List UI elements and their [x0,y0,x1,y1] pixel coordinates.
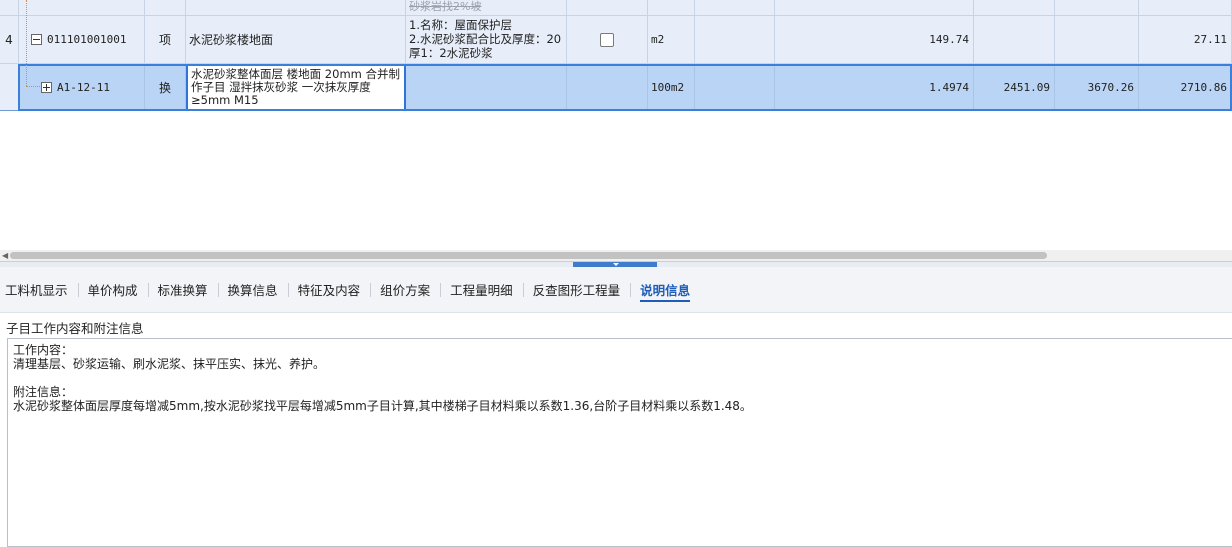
row-checkbox[interactable] [600,32,614,47]
tree-connector [26,0,28,86]
tab-standard-conversion[interactable]: 标准换算 [147,267,218,312]
scrollbar-thumb[interactable] [10,252,1047,259]
subrow-total[interactable]: 2710.86 [1139,64,1232,111]
tab-labor-material-machine[interactable]: 工料机显示 [0,267,78,312]
row-quantity[interactable]: 149.74 [775,16,974,64]
row-total[interactable]: 27.11 [1139,16,1232,64]
row-unit[interactable]: m2 [648,16,695,64]
row-name[interactable]: 水泥砂浆楼地面 [186,16,406,64]
quota-grid: 砂浆岩找2%坡 4 011101001001 项 水泥砂浆楼地面 1.名称：屋面… [0,0,1232,250]
row-unit-price[interactable] [974,16,1055,64]
row-checkbox-cell[interactable] [567,16,648,64]
subrow-type[interactable]: 换 [145,64,186,111]
subrow-name-editor[interactable]: 水泥砂浆整体面层 楼地面 20mm 合并制作子目 湿拌抹灰砂浆 一次抹灰厚度≥5… [186,64,406,111]
subrow-composite-price[interactable]: 3670.26 [1055,64,1139,111]
tree-connector [26,86,40,88]
row-code: 011101001001 [47,33,127,46]
row-code-cell[interactable]: 011101001001 [19,16,145,64]
row-features[interactable]: 1.名称：屋面保护层 2.水泥砂浆配合比及厚度：20厚1：2水泥砂浆 [406,16,567,64]
tab-graphic-quantity-lookup[interactable]: 反查图形工程量 [522,267,631,312]
table-row-subitem[interactable]: A1-12-11 换 水泥砂浆整体面层 楼地面 20mm 合并制作子目 湿拌抹灰… [0,64,1232,111]
tab-unit-price-composition[interactable]: 单价构成 [77,267,148,312]
detail-tabs: 工料机显示 单价构成 标准换算 换算信息 特征及内容 组价方案 工程量明细 反查… [0,267,1232,313]
tab-conversion-info[interactable]: 换算信息 [217,267,288,312]
table-row-item[interactable]: 4 011101001001 项 水泥砂浆楼地面 1.名称：屋面保护层 2.水泥… [0,16,1232,64]
subrow-quantity[interactable]: 1.4974 [775,64,974,111]
horizontal-scrollbar[interactable]: ◀ [0,250,1232,261]
row-index: 4 [0,16,19,64]
tab-pricing-scheme[interactable]: 组价方案 [370,267,440,312]
tab-quantity-detail[interactable]: 工程量明细 [440,267,523,312]
row-type[interactable]: 项 [145,16,186,64]
subrow-code: A1-12-11 [57,80,110,94]
row-composite-price[interactable] [1055,16,1139,64]
table-row[interactable]: 砂浆岩找2%坡 [0,0,1232,16]
tab-description-info[interactable]: 说明信息 [630,267,700,312]
collapse-toggle-icon[interactable] [31,34,42,45]
panel-title: 子目工作内容和附注信息 [6,321,144,336]
description-textarea[interactable]: 工作内容： 清理基层、砂浆运输、刷水泥浆、抹平压实、抹光、养护。 附注信息： 水… [7,338,1232,547]
row-features-overflow: 砂浆岩找2%坡 [406,0,567,16]
subrow-unit[interactable]: 100m2 [648,64,695,111]
expand-toggle-icon[interactable] [41,81,52,93]
subrow-unit-price[interactable]: 2451.09 [974,64,1055,111]
tab-features-content[interactable]: 特征及内容 [287,267,371,312]
scroll-left-arrow-icon[interactable]: ◀ [2,251,8,260]
